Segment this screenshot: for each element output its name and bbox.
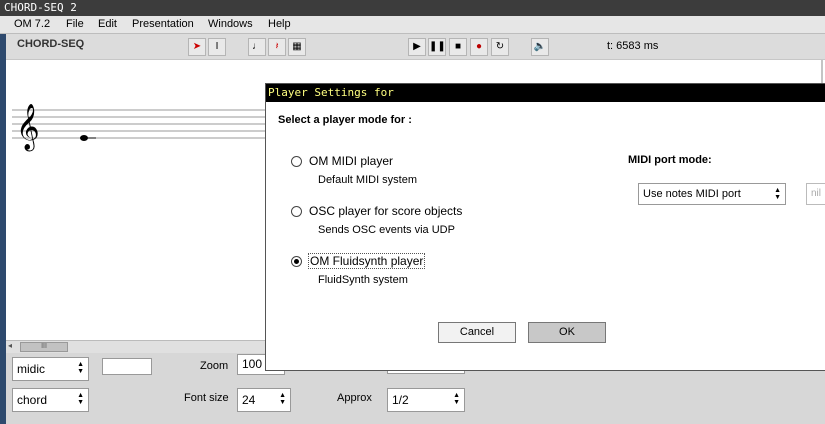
- option-om-midi-desc: Default MIDI system: [318, 174, 418, 186]
- dialog-prompt: Select a player mode for :: [278, 114, 412, 126]
- color-field[interactable]: [102, 358, 152, 375]
- spinner-icon: ▲▼: [453, 392, 460, 406]
- play-icon[interactable]: ▶: [408, 38, 426, 56]
- window-title: CHORD-SEQ 2: [0, 0, 825, 16]
- menu-presentation[interactable]: Presentation: [132, 18, 194, 30]
- treble-clef-icon: 𝄞: [16, 104, 40, 152]
- chord-select-value: chord: [17, 393, 48, 407]
- fontsize-label: Font size: [184, 392, 229, 404]
- menu-file[interactable]: File: [66, 18, 84, 30]
- fontsize-select[interactable]: 24 ▲ ▼: [237, 388, 291, 412]
- option-fluidsynth-label[interactable]: OM Fluidsynth player: [308, 253, 426, 269]
- radio-osc[interactable]: [291, 206, 302, 217]
- note-icon[interactable]: ♩: [248, 38, 266, 56]
- menu-om[interactable]: OM 7.2: [14, 18, 50, 30]
- editor-toolbar: CHORD-SEQ ➤ I ♩ 𝄽 ▦ ▶ ❚❚ ■ ● ↻ 🔈 t: 6583…: [6, 34, 825, 60]
- loop-icon[interactable]: ↻: [491, 38, 509, 56]
- option-osc-desc: Sends OSC events via UDP: [318, 224, 455, 236]
- cancel-button[interactable]: Cancel: [438, 322, 516, 343]
- option-fluidsynth-desc: FluidSynth system: [318, 274, 408, 286]
- spinner-icon: ▲▼: [774, 187, 781, 201]
- fontsize-value: 24: [242, 393, 256, 407]
- approx-label: Approx: [337, 392, 372, 404]
- stop-icon[interactable]: ■: [449, 38, 467, 56]
- menu-help[interactable]: Help: [268, 18, 291, 30]
- editor-name: CHORD-SEQ: [17, 38, 85, 50]
- scroll-left-icon[interactable]: ◂: [8, 341, 12, 350]
- midi-port-value: Use notes MIDI port: [643, 188, 741, 200]
- menu-edit[interactable]: Edit: [98, 18, 117, 30]
- scroll-thumb[interactable]: III: [20, 342, 68, 352]
- zoom-value: 100: [242, 357, 263, 371]
- speaker-icon[interactable]: 🔈: [531, 38, 549, 56]
- approx-value: 1/2: [392, 393, 409, 407]
- option-osc-label[interactable]: OSC player for score objects: [309, 204, 462, 218]
- record-icon[interactable]: ●: [470, 38, 488, 56]
- port-number-field[interactable]: nil: [806, 183, 825, 205]
- midic-select-value: midic: [17, 362, 46, 376]
- spinner-icon: ▲▼: [77, 392, 84, 406]
- spinner-icon: ▲▼: [77, 361, 84, 375]
- midi-port-select[interactable]: Use notes MIDI port ▲ ▼: [638, 183, 786, 205]
- chord-select[interactable]: chord ▲ ▼: [12, 388, 89, 412]
- menu-windows[interactable]: Windows: [208, 18, 253, 30]
- menu-bar: OM 7.2 File Edit Presentation Windows He…: [0, 16, 825, 34]
- text-cursor-icon[interactable]: I: [208, 38, 226, 56]
- dialog-title: Player Settings for: [266, 84, 825, 102]
- player-settings-dialog: Player Settings for Select a player mode…: [265, 83, 825, 371]
- rest-icon[interactable]: 𝄽: [268, 38, 286, 56]
- time-readout: t: 6583 ms: [607, 40, 659, 52]
- pause-icon[interactable]: ❚❚: [428, 38, 446, 56]
- midic-select[interactable]: midic ▲ ▼: [12, 357, 89, 381]
- score-icon[interactable]: ▦: [288, 38, 306, 56]
- radio-fluidsynth[interactable]: [291, 256, 302, 267]
- arrow-icon[interactable]: ➤: [188, 38, 206, 56]
- approx-select[interactable]: 1/2 ▲ ▼: [387, 388, 465, 412]
- ok-button[interactable]: OK: [528, 322, 606, 343]
- radio-om-midi[interactable]: [291, 156, 302, 167]
- zoom-label: Zoom: [200, 360, 229, 372]
- note-head: [80, 135, 88, 141]
- option-om-midi-label[interactable]: OM MIDI player: [309, 154, 393, 168]
- spinner-icon: ▲▼: [279, 392, 286, 406]
- staff-lines: [12, 109, 266, 139]
- midi-port-label: MIDI port mode:: [628, 154, 712, 166]
